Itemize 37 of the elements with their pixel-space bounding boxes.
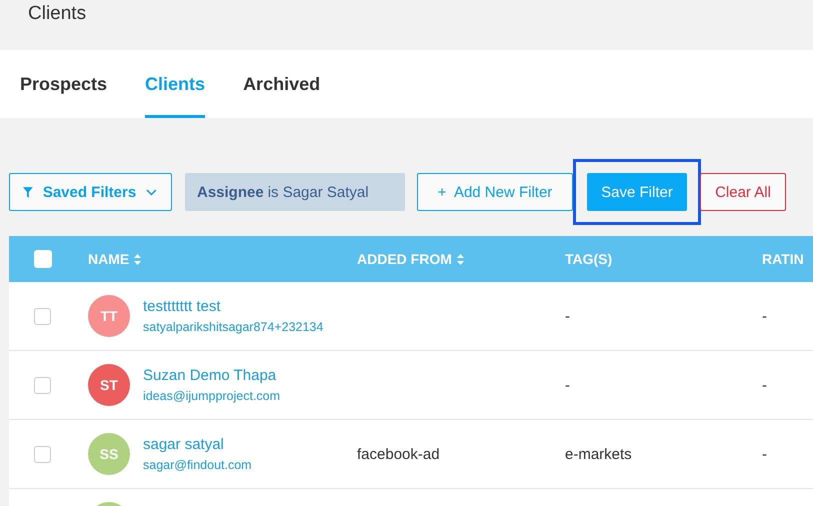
rating-cell: - bbox=[762, 376, 767, 394]
column-header: RATIN bbox=[762, 251, 804, 267]
tags-cell: - bbox=[565, 308, 570, 324]
avatar: ST bbox=[88, 364, 130, 406]
page-title: Clients bbox=[28, 3, 86, 24]
tab[interactable]: Prospects bbox=[20, 50, 108, 118]
client-email: satyalparikshitsagar874+232134 bbox=[143, 320, 324, 334]
saved-filters-button[interactable]: Saved Filters bbox=[9, 173, 172, 211]
avatar: SS bbox=[88, 433, 130, 475]
select-all-checkbox[interactable] bbox=[34, 250, 52, 268]
row-checkbox[interactable] bbox=[34, 376, 51, 394]
tab[interactable]: Archived bbox=[243, 50, 320, 118]
row-checkbox[interactable] bbox=[34, 446, 51, 462]
sort-icon[interactable] bbox=[456, 254, 464, 264]
funnel-icon bbox=[23, 186, 33, 198]
column-header[interactable]: ADDED FROM bbox=[357, 251, 452, 267]
column-header[interactable]: NAME bbox=[88, 251, 130, 267]
clear-all-button[interactable]: Clear All bbox=[700, 173, 786, 211]
added-from-cell: facebook-ad bbox=[357, 446, 440, 462]
chevron-down-icon bbox=[146, 188, 157, 196]
filter-chip[interactable]: Assignee is Sagar Satyal bbox=[185, 173, 405, 211]
tags-cell: - bbox=[565, 376, 570, 394]
rating-cell: - bbox=[762, 446, 767, 462]
rating-cell: - bbox=[762, 308, 767, 324]
client-email: sagar@findout.com bbox=[143, 458, 252, 472]
row-checkbox[interactable] bbox=[34, 308, 51, 324]
client-name-link[interactable]: Suzan Demo Thapa bbox=[143, 367, 280, 384]
tab[interactable]: Clients bbox=[145, 50, 206, 118]
sort-icon[interactable] bbox=[134, 254, 142, 264]
tags-cell: e-markets bbox=[565, 446, 632, 462]
client-email: ideas@ijumpproject.com bbox=[143, 389, 280, 403]
column-header: TAG(S) bbox=[565, 251, 612, 267]
avatar: TT bbox=[88, 295, 130, 337]
add-filter-button[interactable]: + Add New Filter bbox=[417, 173, 573, 211]
save-filter-button[interactable]: Save Filter bbox=[587, 173, 687, 211]
client-name-link[interactable]: testtttttt test bbox=[143, 298, 324, 315]
client-name-link[interactable]: sagar satyal bbox=[143, 436, 252, 453]
